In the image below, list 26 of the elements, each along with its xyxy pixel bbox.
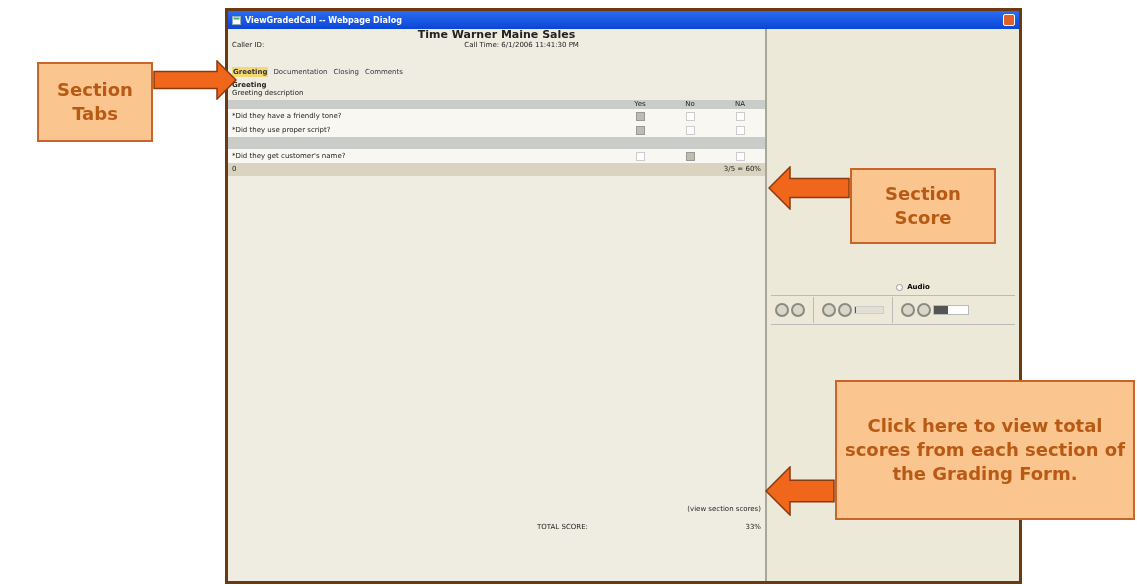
window-icon (232, 15, 241, 25)
media-button[interactable] (791, 303, 805, 317)
media-button[interactable] (775, 303, 789, 317)
media-button[interactable] (838, 303, 852, 317)
answer-checkbox[interactable] (685, 125, 695, 135)
answer-checkbox[interactable] (735, 125, 745, 135)
media-button[interactable] (901, 303, 915, 317)
form-title: Time Warner Maine Sales (416, 29, 577, 41)
audio-radio[interactable] (896, 283, 904, 291)
media-button[interactable] (822, 303, 836, 317)
answer-checkbox[interactable] (635, 151, 645, 161)
media-button[interactable] (917, 303, 931, 317)
answer-checkbox[interactable] (635, 125, 645, 135)
window-title: ViewGradedCall -- Webpage Dialog (245, 15, 402, 25)
close-button[interactable] (1003, 14, 1015, 26)
answer-checkbox[interactable] (735, 111, 745, 121)
callout-box: Section Tabs (37, 62, 153, 142)
answer-checkbox[interactable] (685, 151, 695, 161)
answer-checkbox[interactable] (685, 111, 695, 121)
volume-slider[interactable] (933, 305, 969, 315)
callout-box: Section Score (850, 168, 996, 244)
callout-box: Click here to view total scores from each section of the Grading Form. (835, 380, 1135, 520)
answer-checkbox[interactable] (735, 151, 745, 161)
seek-slider[interactable] (854, 306, 884, 314)
answer-checkbox[interactable] (635, 111, 645, 121)
callout-arrow (765, 466, 835, 516)
